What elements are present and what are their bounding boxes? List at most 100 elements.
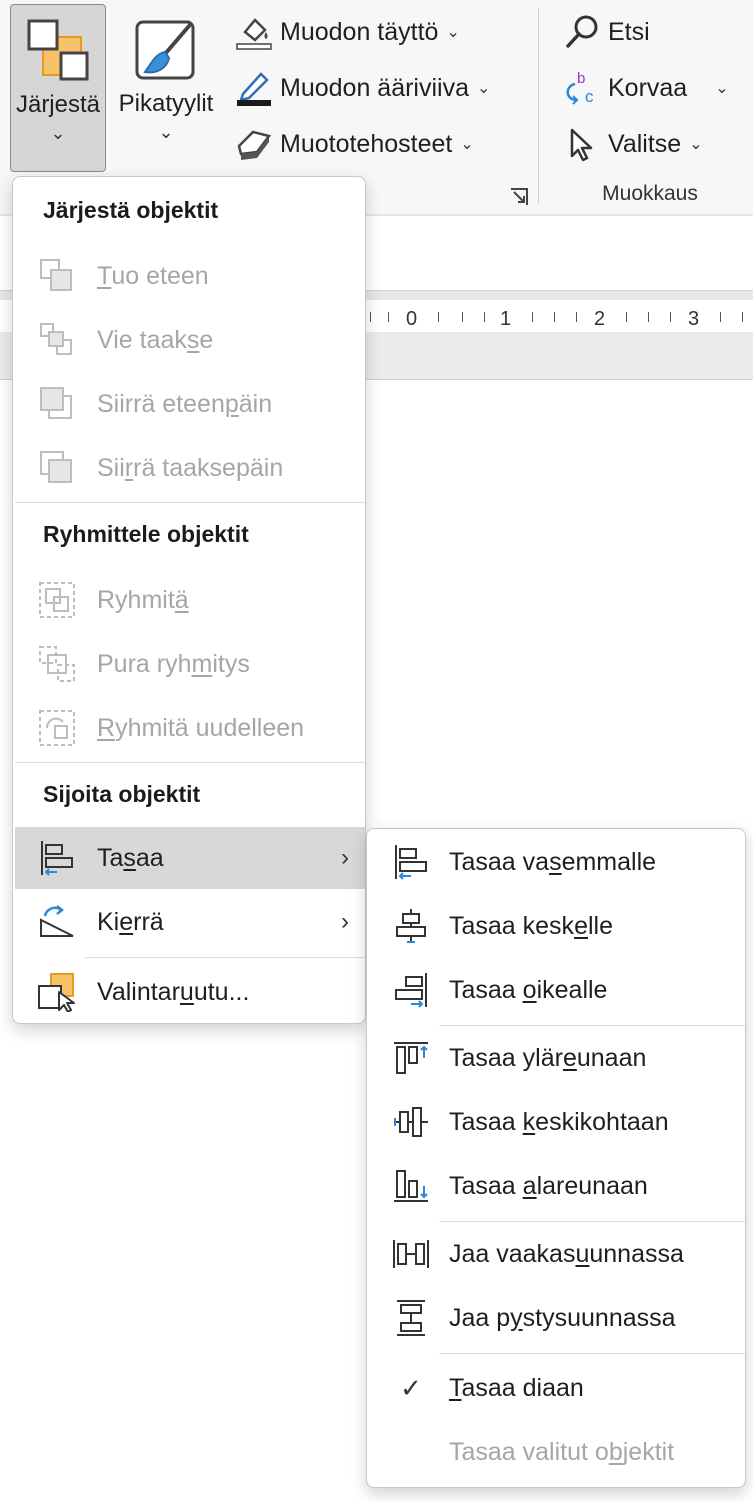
submenu-item-label: Tasaa keskikohtaan	[449, 1107, 669, 1136]
chevron-down-icon: ⌄	[689, 136, 703, 153]
chevron-right-icon: ›	[341, 908, 349, 935]
jarjesta-button[interactable]: Järjestä ⌄	[10, 4, 106, 172]
find-button[interactable]: Etsi	[562, 10, 650, 54]
menu-item-label: Vie taakse	[97, 325, 214, 354]
submenu-item-label: Tasaa vasemmalle	[449, 847, 657, 876]
menu-separator	[439, 1221, 745, 1222]
shape-effects-icon	[234, 126, 274, 162]
group-separator	[538, 8, 539, 204]
submenu-item-label: Tasaa yläreunaan	[449, 1043, 647, 1072]
find-label: Etsi	[608, 17, 650, 46]
paint-bucket-icon	[234, 14, 274, 50]
submenu-item-align-right[interactable]: Tasaa oikealle	[369, 959, 745, 1021]
shape-outline-label: Muodon ääriviiva	[280, 73, 469, 102]
menu-item-align[interactable]: Tasaa ›	[15, 827, 365, 889]
ruler-label: 3	[688, 308, 700, 330]
menu-item-label: Tasaa	[97, 843, 164, 872]
menu-item-regroup[interactable]: Ryhmitä uudelleen	[15, 697, 365, 759]
jarjesta-label: Järjestä	[15, 91, 101, 118]
submenu-item-label: Jaa pystysuunnassa	[449, 1303, 676, 1332]
distribute-horizontal-icon	[393, 1240, 429, 1268]
shape-fill-button[interactable]: Muodon täyttö ⌄	[234, 10, 460, 54]
chevron-down-icon: ⌄	[477, 80, 491, 97]
section-header-position: Sijoita objektit	[43, 781, 201, 807]
distribute-vertical-icon	[397, 1300, 425, 1336]
quick-styles-icon	[135, 20, 195, 80]
submenu-item-align-selected[interactable]: Tasaa valitut objektit	[369, 1421, 745, 1483]
submenu-item-align-middle[interactable]: Tasaa keskikohtaan	[369, 1091, 745, 1153]
submenu-item-align-to-slide[interactable]: ✓ Tasaa diaan	[369, 1357, 745, 1419]
pen-outline-icon	[234, 70, 274, 106]
ruler-label: 0	[406, 308, 418, 330]
menu-item-label: Kierrä	[97, 907, 164, 936]
section-header-group: Ryhmittele objektit	[43, 521, 249, 547]
move-forward-icon	[40, 387, 72, 419]
shape-outline-button[interactable]: Muodon ääriviiva ⌄	[234, 66, 490, 110]
menu-separator	[439, 1025, 745, 1026]
chevron-down-icon: ⌄	[715, 80, 729, 97]
dialog-launcher-icon[interactable]	[508, 186, 530, 208]
svg-text:c: c	[585, 87, 594, 106]
regroup-icon	[39, 710, 75, 746]
submenu-item-label: Tasaa keskelle	[449, 911, 613, 940]
submenu-item-align-center[interactable]: Tasaa keskelle	[369, 895, 745, 957]
align-middle-icon	[394, 1107, 428, 1137]
rotate-icon	[40, 905, 74, 937]
shape-effects-label: Muototehosteet	[280, 129, 453, 158]
chevron-down-icon: ⌄	[50, 123, 66, 143]
chevron-down-icon: ⌄	[158, 122, 174, 142]
align-bottom-icon	[394, 1170, 428, 1202]
menu-item-label: Siirrä taaksepäin	[97, 453, 284, 482]
submenu-item-distribute-vertical[interactable]: Jaa pystysuunnassa	[369, 1287, 745, 1349]
arrange-menu: Järjestä objektit Tuo eteen Vie taakse S…	[12, 176, 366, 1024]
submenu-item-label: Tasaa valitut objektit	[449, 1437, 675, 1466]
group-icon	[39, 582, 75, 618]
menu-item-move-forward[interactable]: Siirrä eteenpäin	[15, 373, 365, 435]
ungroup-icon	[39, 646, 75, 682]
menu-item-label: Tuo eteen	[97, 261, 209, 290]
chevron-down-icon: ⌄	[460, 136, 474, 153]
menu-separator	[15, 762, 365, 763]
menu-item-group[interactable]: Ryhmitä	[15, 569, 365, 631]
replace-icon: bc	[562, 70, 602, 106]
bring-forward-icon	[40, 259, 72, 291]
submenu-item-label: Tasaa diaan	[449, 1373, 584, 1402]
menu-separator	[15, 502, 365, 503]
move-backward-icon	[40, 451, 72, 483]
ruler-label: 1	[500, 308, 512, 330]
menu-item-label: Pura ryhmitys	[97, 649, 250, 678]
replace-button[interactable]: bc Korvaa ⌄	[562, 66, 729, 110]
align-center-icon	[396, 909, 426, 943]
menu-item-send-backward[interactable]: Vie taakse	[15, 309, 365, 371]
pikatyylit-label: Pikatyylit	[118, 90, 214, 117]
send-backward-icon	[40, 323, 72, 355]
menu-item-label: Ryhmitä uudelleen	[97, 713, 305, 742]
checkmark-icon: ✓	[400, 1373, 422, 1403]
align-right-icon	[395, 973, 427, 1008]
menu-item-selection-pane[interactable]: Valintaruutu...	[15, 961, 365, 1023]
menu-separator	[85, 957, 365, 958]
menu-item-label: Ryhmitä	[97, 585, 189, 614]
submenu-item-align-bottom[interactable]: Tasaa alareunaan	[369, 1155, 745, 1217]
submenu-item-align-left[interactable]: Tasaa vasemmalle	[369, 831, 745, 893]
chevron-down-icon: ⌄	[446, 24, 460, 41]
align-left-icon	[41, 841, 73, 876]
select-button[interactable]: Valitse ⌄	[562, 122, 703, 166]
submenu-item-align-top[interactable]: Tasaa yläreunaan	[369, 1027, 745, 1089]
select-label: Valitse	[608, 129, 682, 158]
shape-effects-button[interactable]: Muototehosteet ⌄	[234, 122, 474, 166]
menu-item-bring-forward[interactable]: Tuo eteen	[15, 245, 365, 307]
menu-item-ungroup[interactable]: Pura ryhmitys	[15, 633, 365, 695]
menu-item-label: Valintaruutu...	[97, 977, 250, 1006]
arrange-icon	[27, 19, 89, 81]
menu-item-move-backward[interactable]: Siirrä taaksepäin	[15, 437, 365, 499]
submenu-item-distribute-horizontal[interactable]: Jaa vaakasuunnassa	[369, 1223, 745, 1285]
submenu-item-label: Jaa vaakasuunnassa	[449, 1239, 684, 1268]
align-submenu: Tasaa vasemmalle Tasaa keskelle Tasaa oi…	[366, 828, 746, 1488]
menu-separator	[439, 1353, 745, 1354]
pikatyylit-button[interactable]: Pikatyylit ⌄	[112, 4, 220, 172]
ruler-label: 2	[594, 308, 606, 330]
editing-group-label: Muokkaus	[602, 182, 698, 205]
svg-text:b: b	[577, 70, 585, 87]
menu-item-rotate[interactable]: Kierrä ›	[15, 891, 365, 953]
